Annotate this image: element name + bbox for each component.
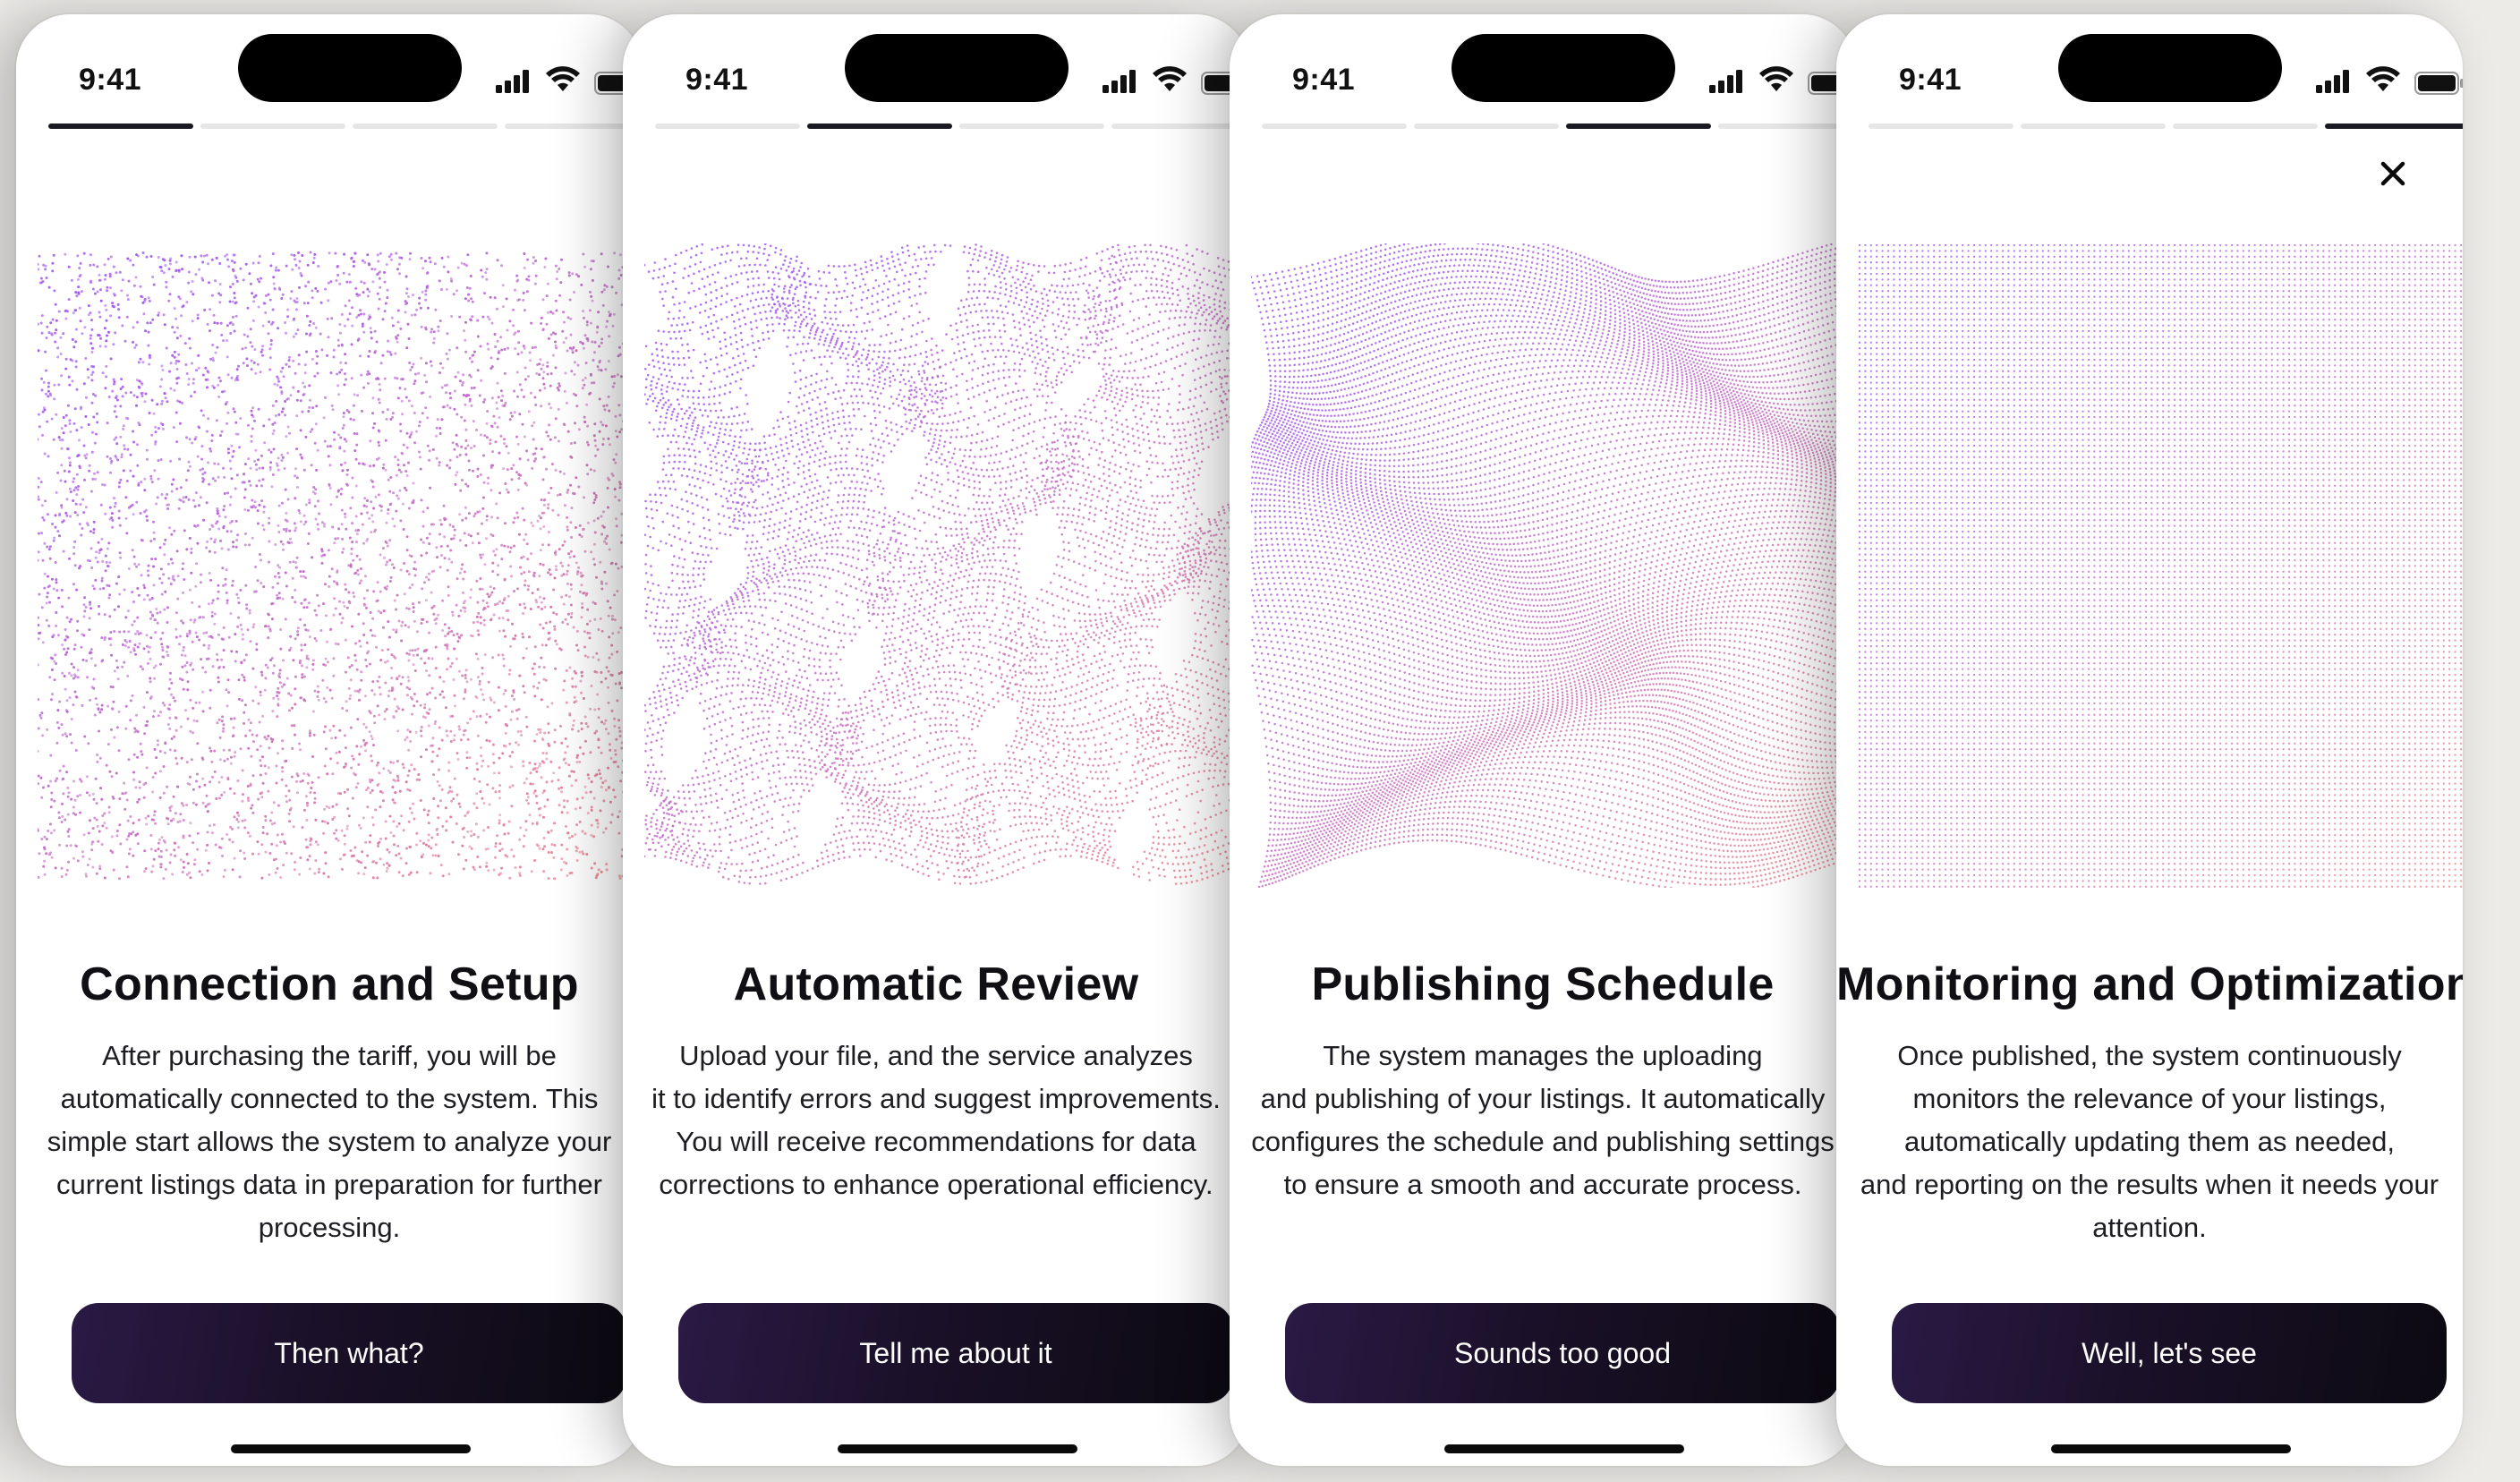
description-line: Once published, the system continuously <box>1836 1035 2463 1077</box>
screen-description: Upload your file, and the service analyz… <box>623 1035 1249 1206</box>
description-line: current listings data in preparation for… <box>16 1163 643 1206</box>
cellular-signal-icon <box>496 70 529 93</box>
onboarding-screen-connection: 9:41 Connection and Setup After purchasi… <box>16 14 643 1466</box>
progress-segment-4 <box>2325 124 2463 129</box>
description-line: automatically updating them as needed, <box>1836 1120 2463 1163</box>
description-line: and reporting on the results when it nee… <box>1836 1163 2463 1206</box>
progress-segment-3 <box>2173 124 2318 129</box>
progress-segment-4 <box>1111 124 1249 129</box>
dot-pattern-illustration <box>644 243 1249 885</box>
description-line: monitors the relevance of your listings, <box>1836 1077 2463 1120</box>
description-line: corrections to enhance operational effic… <box>623 1163 1249 1206</box>
cellular-signal-icon <box>2316 70 2349 93</box>
progress-segment-3 <box>959 124 1104 129</box>
progress-segment-1 <box>1262 124 1407 129</box>
description-line: it to identify errors and suggest improv… <box>623 1077 1249 1120</box>
screen-title: Monitoring and Optimization <box>1836 958 2463 1011</box>
next-step-button[interactable]: Sounds too good <box>1285 1303 1840 1403</box>
description-line: You will receive recommendations for dat… <box>623 1120 1249 1163</box>
description-line: After purchasing the tariff, you will be <box>16 1035 643 1077</box>
onboarding-screen-review: 9:41 Automatic Review Upload your file, … <box>623 14 1249 1466</box>
status-bar: 9:41 <box>623 14 1249 122</box>
status-bar: 9:41 <box>16 14 643 122</box>
progress-segment-4 <box>1718 124 1856 129</box>
dynamic-island <box>1452 34 1675 102</box>
step-progress-bar <box>655 124 1249 129</box>
dot-pattern-illustration <box>38 251 643 881</box>
step-progress-bar <box>1262 124 1856 129</box>
progress-segment-3 <box>1566 124 1711 129</box>
status-bar: 9:41 <box>1836 14 2463 122</box>
close-button[interactable] <box>2371 152 2414 195</box>
screen-title: Automatic Review <box>623 958 1249 1011</box>
step-progress-bar <box>48 124 643 129</box>
progress-segment-2 <box>1414 124 1559 129</box>
description-line: configures the schedule and publishing s… <box>1230 1120 1856 1163</box>
dot-pattern-illustration <box>1858 243 2463 888</box>
progress-segment-4 <box>505 124 643 129</box>
wifi-icon <box>546 66 580 91</box>
wifi-icon <box>2366 66 2400 91</box>
status-time: 9:41 <box>79 63 141 98</box>
screen-title: Connection and Setup <box>16 958 643 1011</box>
description-line: processing. <box>16 1206 643 1249</box>
status-time: 9:41 <box>1899 63 1962 98</box>
status-time: 9:41 <box>1292 63 1355 98</box>
description-line: simple start allows the system to analyz… <box>16 1120 643 1163</box>
progress-segment-2 <box>200 124 345 129</box>
status-time: 9:41 <box>685 63 748 98</box>
battery-icon <box>2414 72 2463 95</box>
progress-segment-2 <box>2021 124 2166 129</box>
home-indicator[interactable] <box>838 1444 1077 1453</box>
cellular-signal-icon <box>1709 70 1742 93</box>
progress-segment-1 <box>48 124 193 129</box>
progress-segment-2 <box>807 124 952 129</box>
description-line: Upload your file, and the service analyz… <box>623 1035 1249 1077</box>
description-line: and publishing of your listings. It auto… <box>1230 1077 1856 1120</box>
home-indicator[interactable] <box>2051 1444 2291 1453</box>
next-step-button[interactable]: Well, let's see <box>1892 1303 2447 1403</box>
status-bar: 9:41 <box>1230 14 1856 122</box>
cellular-signal-icon <box>1102 70 1136 93</box>
next-step-button[interactable]: Then what? <box>72 1303 626 1403</box>
progress-segment-1 <box>655 124 800 129</box>
dynamic-island <box>2058 34 2282 102</box>
next-step-button[interactable]: Tell me about it <box>678 1303 1233 1403</box>
progress-segment-3 <box>353 124 498 129</box>
screen-title: Publishing Schedule <box>1230 958 1856 1011</box>
screen-description: Once published, the system continuously … <box>1836 1035 2463 1249</box>
dynamic-island <box>238 34 462 102</box>
screen-description: The system manages the uploading and pub… <box>1230 1035 1856 1206</box>
home-indicator[interactable] <box>231 1444 471 1453</box>
step-progress-bar <box>1869 124 2463 129</box>
home-indicator[interactable] <box>1444 1444 1684 1453</box>
dynamic-island <box>845 34 1068 102</box>
onboarding-screen-schedule: 9:41 Publishing Schedule The system mana… <box>1230 14 1856 1466</box>
wifi-icon <box>1759 66 1793 91</box>
close-icon <box>2380 161 2405 186</box>
description-line: attention. <box>1836 1206 2463 1249</box>
wifi-icon <box>1153 66 1187 91</box>
description-line: The system manages the uploading <box>1230 1035 1856 1077</box>
description-line: automatically connected to the system. T… <box>16 1077 643 1120</box>
screen-description: After purchasing the tariff, you will be… <box>16 1035 643 1249</box>
progress-segment-1 <box>1869 124 2013 129</box>
dot-pattern-illustration <box>1251 243 1856 888</box>
description-line: to ensure a smooth and accurate process. <box>1230 1163 1856 1206</box>
onboarding-screen-monitoring: 9:41 Monitoring and Optimization Once pu… <box>1836 14 2463 1466</box>
